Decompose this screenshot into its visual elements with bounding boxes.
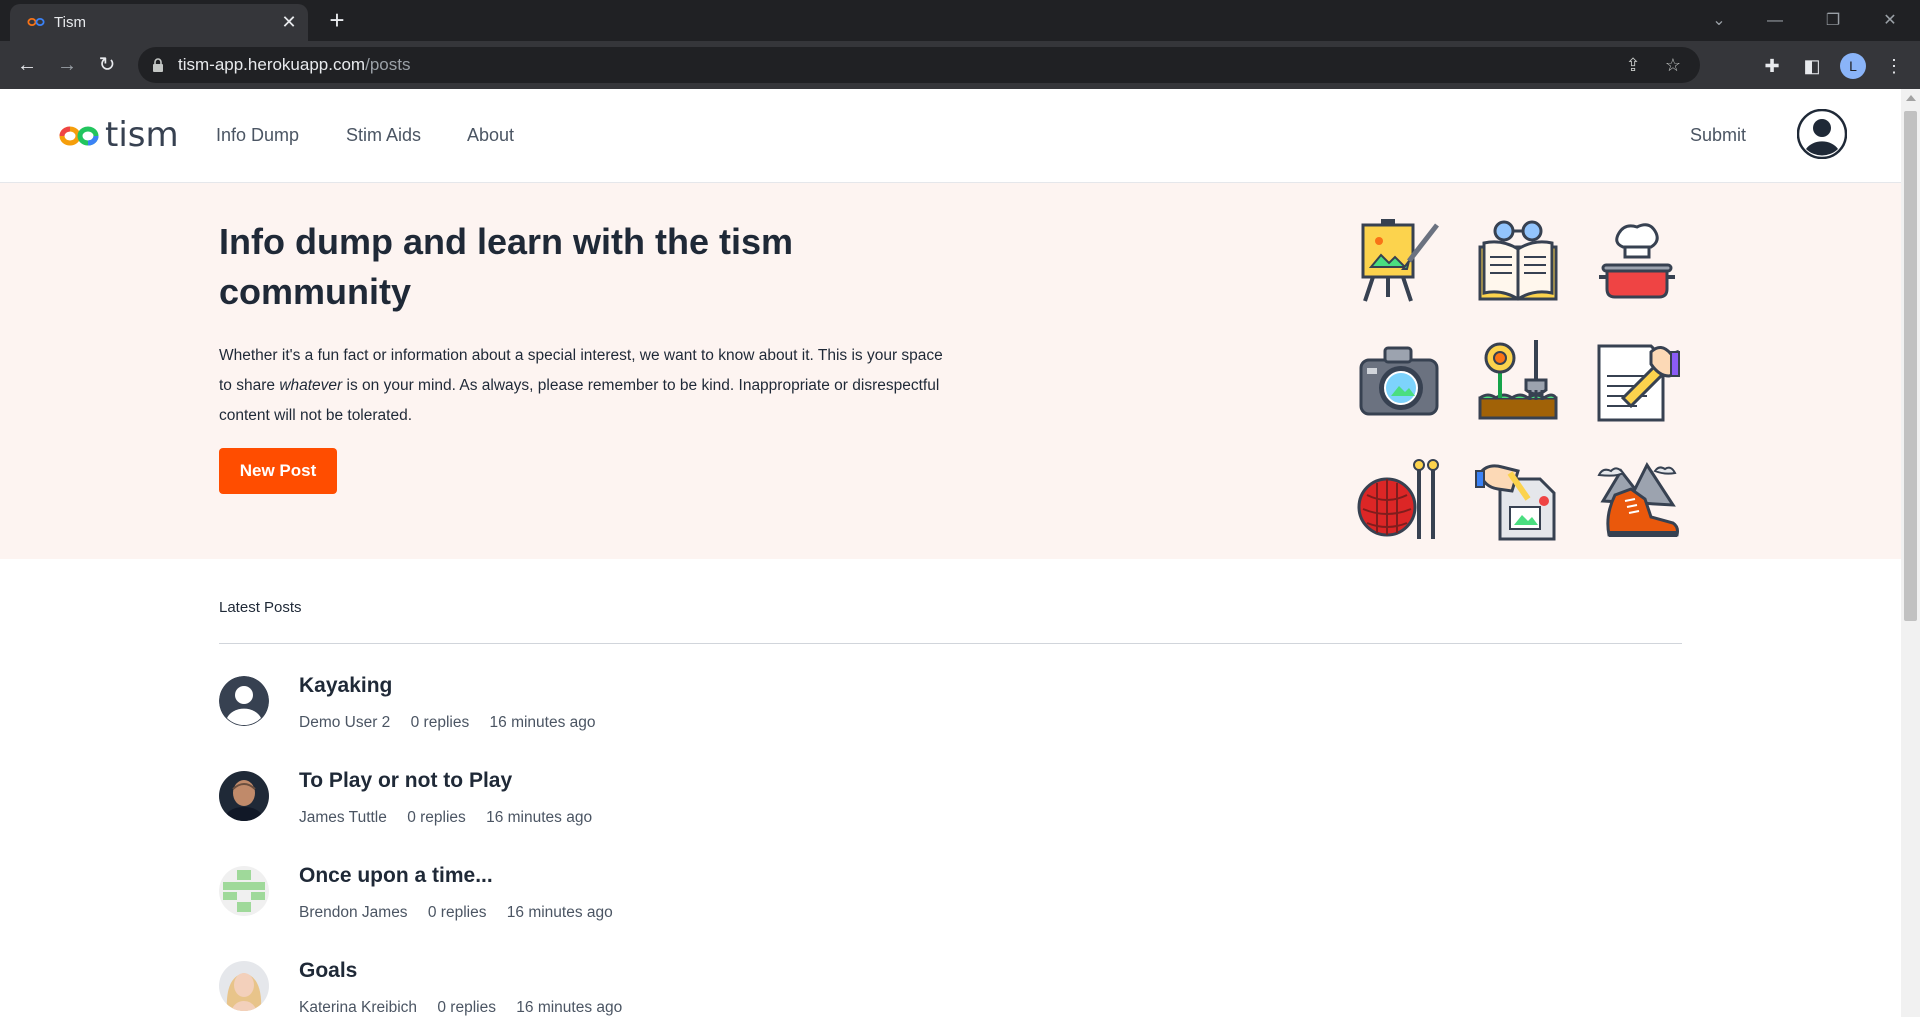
hero-description: Whether it's a fun fact or information a… (219, 347, 943, 424)
forward-icon[interactable]: → (52, 50, 82, 80)
identicon-avatar (219, 866, 269, 916)
restore-icon[interactable]: ❐ (1818, 6, 1848, 36)
user-photo-avatar (219, 771, 269, 821)
new-post-button[interactable]: New Post (219, 448, 337, 494)
art-easel-icon (1361, 219, 1439, 302)
logo-text: tism (105, 115, 179, 155)
knitting-icon (1357, 459, 1439, 539)
post-meta: Demo User 2 0 replies 16 minutes ago (299, 714, 612, 732)
post-replies: 0 replies (427, 904, 487, 921)
tab-title: Tism (54, 14, 86, 31)
user-photo-avatar (219, 961, 269, 1011)
hiking-boot-icon (1597, 461, 1679, 537)
submit-link[interactable]: Submit (1690, 125, 1746, 146)
nav-stim-aids[interactable]: Stim Aids (346, 125, 421, 146)
post-title[interactable]: Once upon a time... (299, 864, 493, 888)
tism-favicon-icon (27, 17, 45, 27)
post-item[interactable]: Once upon a time... Brendon James 0 repl… (219, 864, 1119, 944)
cooking-pot-icon (1599, 223, 1675, 299)
post-author[interactable]: Demo User 2 (299, 714, 390, 731)
post-replies: 0 replies (437, 999, 496, 1016)
browser-tabstrip: Tism ✕ + ⌄ — ❐ ✕ (0, 0, 1920, 41)
writing-icon (1597, 344, 1680, 422)
camera-icon (1359, 346, 1439, 416)
browser-menu-icon[interactable]: ⋮ (1882, 54, 1906, 78)
drawing-icon (1475, 464, 1556, 541)
hero-title: Info dump and learn with the tism commun… (219, 221, 794, 312)
new-tab-icon[interactable]: + (322, 6, 352, 36)
post-item[interactable]: Goals Katerina Kreibich 0 replies 16 min… (219, 959, 1119, 1017)
post-meta: James Tuttle 0 replies 16 minutes ago (299, 809, 608, 827)
extensions-icon[interactable]: ✚ (1760, 54, 1784, 78)
lock-icon (153, 58, 163, 72)
post-title[interactable]: Goals (299, 959, 357, 983)
side-panel-icon[interactable]: ◧ (1800, 54, 1824, 78)
divider (219, 643, 1682, 644)
user-account-icon[interactable] (1797, 109, 1847, 159)
scrollbar-thumb[interactable] (1904, 111, 1917, 621)
infinity-logo-icon (59, 126, 99, 146)
profile-avatar[interactable]: L (1840, 53, 1866, 79)
close-window-icon[interactable]: ✕ (1875, 6, 1905, 36)
reading-book-icon (1478, 220, 1558, 301)
post-author[interactable]: Brendon James (299, 904, 408, 921)
scroll-up-arrow-icon[interactable] (1906, 95, 1916, 101)
hero-section: Info dump and learn with the tism commun… (0, 183, 1901, 559)
post-time: 16 minutes ago (486, 809, 593, 826)
page-viewport: tism Info Dump Stim Aids About Submit In… (0, 89, 1901, 1017)
post-replies: 0 replies (410, 714, 470, 731)
page-scrollbar[interactable] (1901, 89, 1920, 1017)
nav-about[interactable]: About (467, 125, 514, 146)
post-title[interactable]: Kayaking (299, 674, 392, 698)
url-text: tism-app.herokuapp.com/posts (178, 55, 411, 74)
post-time: 16 minutes ago (489, 714, 596, 731)
hobby-icons-grid (1355, 217, 1685, 541)
minimize-icon[interactable]: — (1760, 6, 1790, 36)
post-meta: Brendon James 0 replies 16 minutes ago (299, 904, 629, 922)
bookmark-star-icon[interactable]: ☆ (1662, 54, 1684, 76)
post-author[interactable]: James Tuttle (299, 809, 387, 826)
post-author[interactable]: Katerina Kreibich (299, 999, 417, 1016)
post-time: 16 minutes ago (506, 904, 613, 921)
browser-toolbar: ← → ↻ tism-app.herokuapp.com/posts ⇪ ☆ ✚… (0, 41, 1920, 89)
site-header: tism Info Dump Stim Aids About Submit (0, 89, 1901, 183)
nav-info-dump[interactable]: Info Dump (216, 125, 299, 146)
reload-icon[interactable]: ↻ (92, 50, 122, 80)
post-item[interactable]: Kayaking Demo User 2 0 replies 16 minute… (219, 674, 1119, 754)
tab-search-icon[interactable]: ⌄ (1704, 6, 1734, 36)
default-avatar-icon (219, 676, 269, 726)
address-bar[interactable]: tism-app.herokuapp.com/posts ⇪ ☆ (138, 47, 1700, 83)
post-meta: Katerina Kreibich 0 replies 16 minutes a… (299, 999, 638, 1017)
post-title[interactable]: To Play or not to Play (299, 769, 512, 793)
back-icon[interactable]: ← (12, 50, 42, 80)
post-replies: 0 replies (407, 809, 466, 826)
post-item[interactable]: To Play or not to Play James Tuttle 0 re… (219, 769, 1119, 849)
browser-tab[interactable]: Tism ✕ (10, 4, 308, 41)
close-tab-icon[interactable]: ✕ (278, 11, 300, 33)
post-time: 16 minutes ago (516, 999, 623, 1016)
share-icon[interactable]: ⇪ (1622, 54, 1644, 76)
latest-posts-heading: Latest Posts (219, 599, 302, 616)
gardening-icon (1478, 340, 1558, 420)
